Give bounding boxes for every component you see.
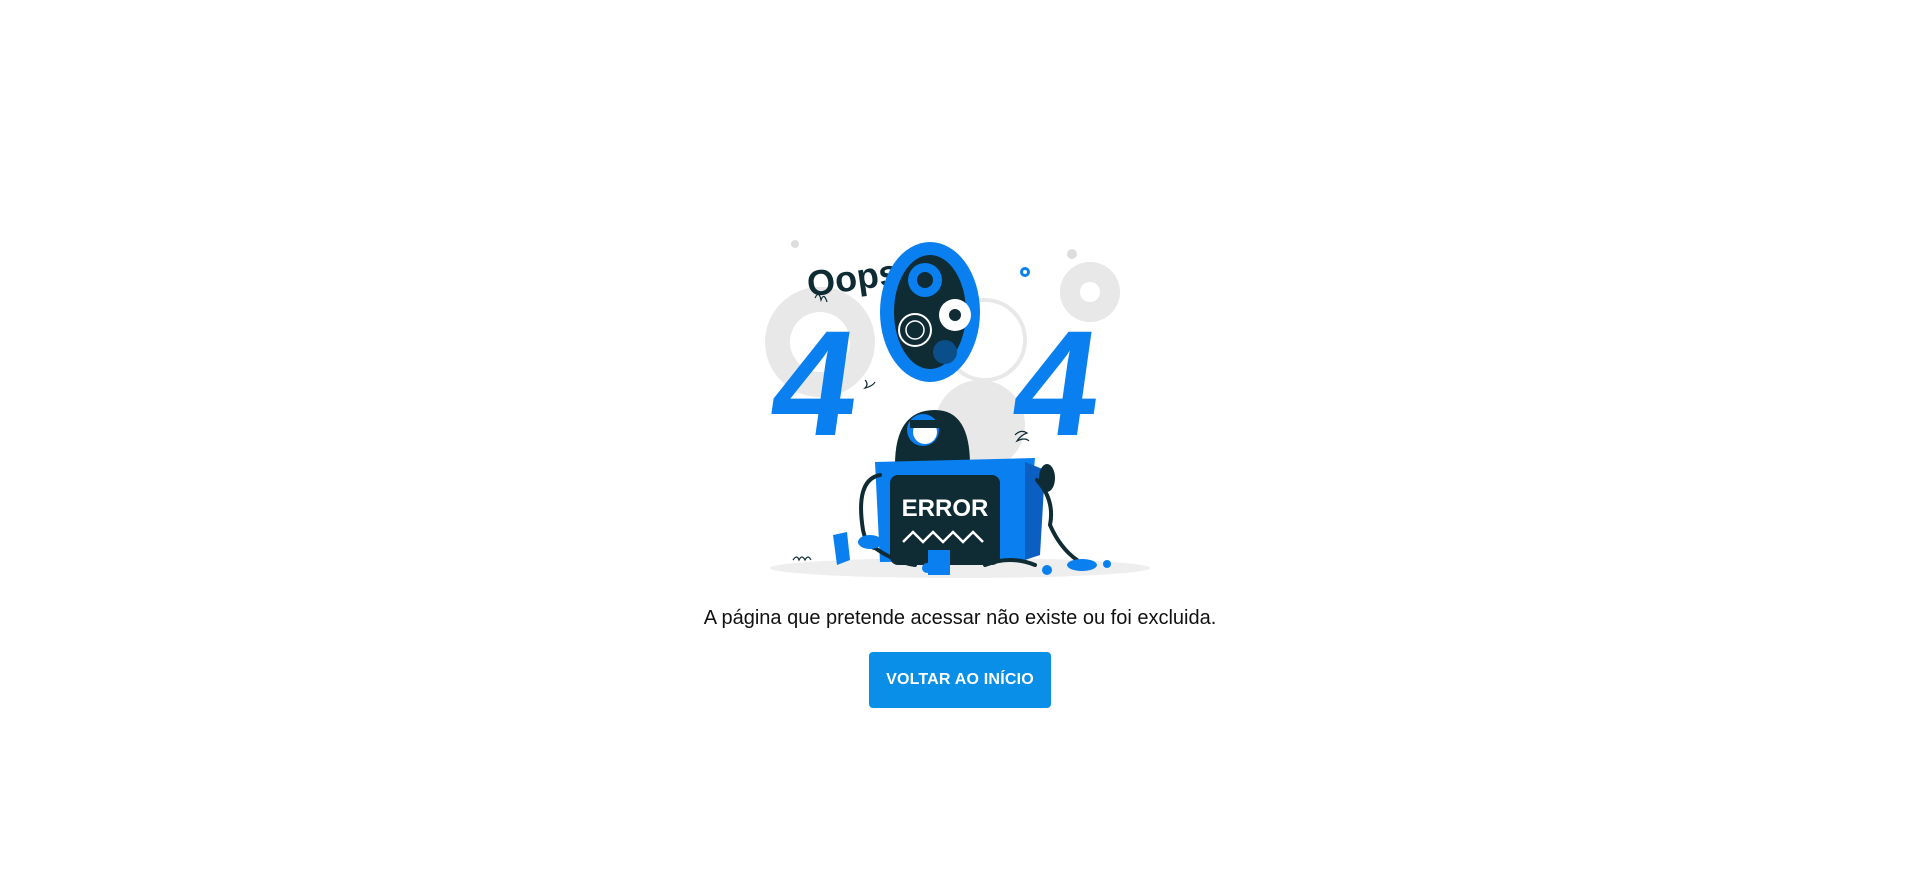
error-screen-text: ERROR: [902, 495, 989, 522]
robot-shoulder: [1039, 464, 1055, 492]
digit-right-4: 4: [1004, 300, 1111, 467]
404-robot-illustration: Oops! 4 4 ERROR: [755, 230, 1165, 580]
404-illustration-svg: Oops! 4 4 ERROR: [762, 240, 1150, 578]
robot-body: ERROR: [875, 458, 1045, 575]
back-to-home-button[interactable]: VOLTAR AO INÍCIO: [869, 652, 1051, 708]
zero-gears-oval: [880, 242, 980, 382]
error-content: Oops! 4 4 ERROR A página que pretende ac…: [0, 0, 1920, 891]
error-message: A página que pretende acessar não existe…: [703, 607, 1217, 629]
error-page: Oops! 4 4 ERROR A página que pretende ac…: [0, 0, 1920, 891]
